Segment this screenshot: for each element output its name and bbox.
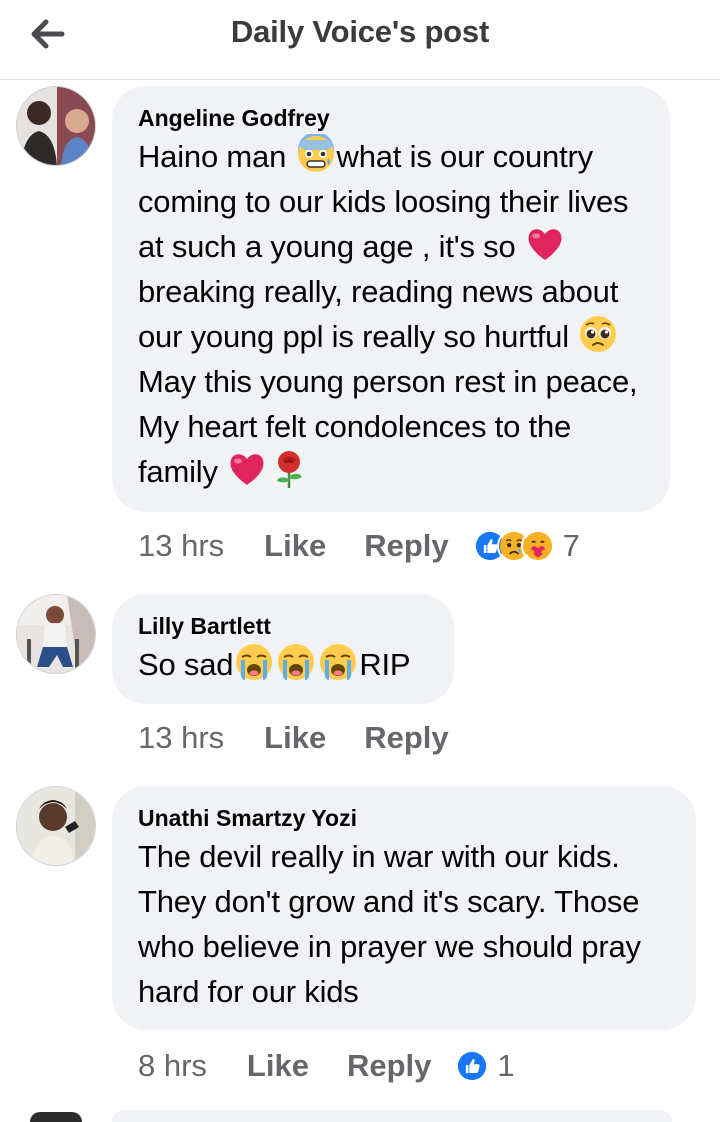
- comment-bubble: Lilly Bartlett So sad RIP: [112, 594, 454, 704]
- comment-bubble: [112, 1110, 672, 1122]
- comment-text-part: May this young person rest in peace, My …: [138, 364, 638, 489]
- reaction-summary[interactable]: [472, 529, 555, 563]
- like-button[interactable]: Like: [264, 528, 326, 564]
- comment-text-part: So sad: [138, 647, 234, 682]
- red-heart-emoji: [230, 454, 264, 485]
- next-comment-peek: [0, 1104, 720, 1122]
- avatar[interactable]: [16, 594, 96, 674]
- loudly-crying-face-emoji: [278, 644, 315, 680]
- care-reaction-icon: [520, 529, 555, 563]
- comment-text-part: RIP: [359, 647, 411, 682]
- reaction-count[interactable]: 7: [563, 528, 580, 564]
- comment-bubble: Angeline Godfrey Haino man what is our c…: [112, 86, 670, 512]
- top-bar: Daily Voice's post: [0, 0, 720, 80]
- loudly-crying-face-emoji: [236, 644, 273, 680]
- like-button[interactable]: Like: [264, 720, 326, 756]
- comment-bubble: Unathi Smartzy Yozi The devil really in …: [112, 786, 696, 1030]
- comment-timestamp: 13 hrs: [138, 720, 225, 755]
- comment-timestamp: 8 hrs: [138, 1048, 207, 1083]
- reply-button[interactable]: Reply: [347, 1048, 431, 1084]
- reaction-summary[interactable]: [455, 1049, 490, 1083]
- like-reaction-icon: [455, 1049, 490, 1083]
- red-heart-emoji: [528, 229, 562, 260]
- avatar[interactable]: [16, 786, 96, 866]
- avatar: [30, 1112, 82, 1122]
- comment-meta: 13 hrs Like Reply: [138, 716, 487, 760]
- reaction-count[interactable]: 1: [497, 1048, 514, 1084]
- reply-button[interactable]: Reply: [364, 720, 448, 756]
- rose-emoji: [277, 451, 303, 488]
- comment-text-part: Haino man: [138, 139, 295, 174]
- profile-photo: [17, 787, 95, 865]
- loudly-crying-face-emoji: [320, 644, 357, 680]
- pleading-face-emoji: [580, 316, 617, 352]
- like-button[interactable]: Like: [247, 1048, 309, 1084]
- profile-photo: [17, 87, 95, 165]
- comment-meta: 8 hrs Like Reply 1: [138, 1044, 515, 1088]
- comment-timestamp: 13 hrs: [138, 528, 225, 563]
- comment-author[interactable]: Lilly Bartlett: [138, 612, 428, 640]
- profile-photo: [17, 595, 95, 673]
- avatar[interactable]: [16, 86, 96, 166]
- comment-text: So sad RIP: [138, 642, 428, 687]
- comment-meta: 13 hrs Like Reply 7: [138, 524, 580, 568]
- anxious-face-emoji: [297, 134, 334, 172]
- comment-text: Haino man what is our country coming to …: [138, 134, 644, 494]
- reply-button[interactable]: Reply: [364, 528, 448, 564]
- comment-author[interactable]: Angeline Godfrey: [138, 104, 644, 132]
- page-title: Daily Voice's post: [230, 14, 490, 49]
- comment-text-part: breaking really, reading news about our …: [138, 274, 619, 354]
- comment-author[interactable]: Unathi Smartzy Yozi: [138, 804, 670, 832]
- comment-text: The devil really in war with our kids. T…: [138, 839, 641, 1009]
